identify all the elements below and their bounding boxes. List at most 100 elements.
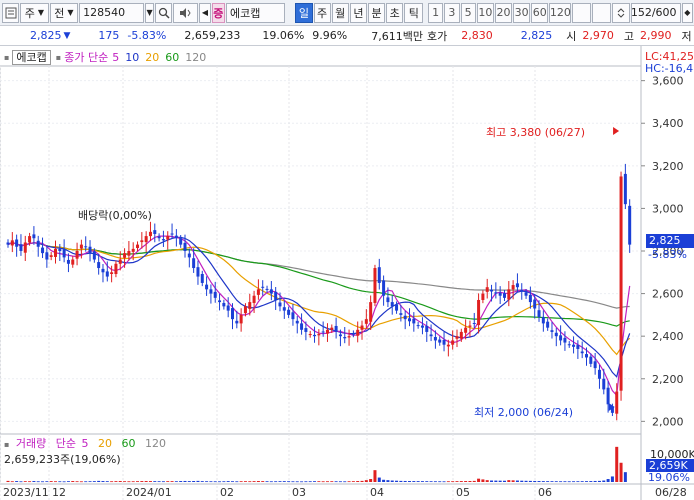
x-tick-label: 12: [52, 486, 66, 499]
candle-body: [200, 273, 204, 283]
ma20-label[interactable]: 20: [145, 51, 159, 64]
volume-bar: [97, 480, 101, 482]
candle-body: [179, 238, 183, 245]
volume-bar: [567, 481, 571, 483]
volume-bar: [196, 480, 200, 482]
speaker-icon[interactable]: [173, 2, 199, 23]
volume-bar: [278, 481, 282, 482]
volume-bar: [200, 481, 204, 482]
vma60-label[interactable]: 60: [122, 437, 136, 450]
candle-body: [628, 205, 632, 245]
candle-body: [123, 253, 127, 258]
volume-bar: [382, 479, 386, 482]
ma5-label[interactable]: 5: [112, 51, 119, 64]
volume-bar: [459, 481, 463, 482]
volume-bar: [110, 481, 114, 483]
candle-body: [88, 246, 92, 254]
candle-body: [71, 259, 75, 265]
candle-body: [615, 391, 619, 414]
code-value: 128540: [83, 6, 126, 19]
volume-bar: [243, 481, 247, 482]
volume-bar: [334, 481, 338, 483]
tab-interval-3[interactable]: 10: [476, 2, 494, 23]
candle-body: [118, 259, 122, 264]
candle-body: [442, 340, 446, 345]
panel-handle-icon[interactable]: ▪: [4, 440, 9, 449]
tab-interval-0[interactable]: 1: [428, 2, 444, 23]
volume-bar: [338, 481, 342, 483]
candle-body: [304, 328, 308, 332]
ask-price: 2,830: [461, 29, 493, 42]
panel-handle-icon[interactable]: ▪: [56, 53, 61, 62]
candle-body: [347, 336, 351, 338]
tab-interval-5[interactable]: 30: [513, 2, 531, 23]
candle-body: [576, 345, 580, 349]
volume-bar: [105, 481, 109, 482]
ma120-label[interactable]: 120: [185, 51, 206, 64]
x-tick-label: 04: [370, 486, 384, 499]
tab-period-6[interactable]: 틱: [404, 2, 424, 23]
candle-body: [317, 334, 321, 336]
candle-body: [399, 313, 403, 315]
volume-bar: [610, 476, 614, 482]
candle-body: [265, 288, 269, 290]
tab-interval-7[interactable]: 120: [549, 2, 572, 23]
panel-handle-icon[interactable]: ▪: [4, 53, 9, 62]
high-note: 최고 3,380 (06/27): [486, 126, 586, 139]
type-select[interactable]: 주 ▼: [20, 2, 49, 23]
last-pct-tag: -5.83%: [648, 248, 687, 261]
candle-body: [243, 306, 247, 314]
candle-body: [502, 293, 506, 298]
volume-ma-label[interactable]: 단순: [56, 437, 76, 450]
candle-body: [572, 344, 576, 347]
tab-period-3[interactable]: 년: [349, 2, 367, 23]
tab-interval-6[interactable]: 60: [531, 2, 549, 23]
x-tick-label: 06: [538, 486, 552, 499]
menu-icon[interactable]: [2, 2, 20, 23]
volume-bar: [425, 481, 429, 482]
volume-bar: [140, 481, 144, 482]
candle-body: [330, 327, 334, 330]
tab-label: 120: [549, 6, 571, 19]
volume-bar: [213, 481, 217, 483]
ma-label[interactable]: 종가 단순: [64, 49, 108, 65]
volume-bar: [230, 481, 234, 483]
volume-bar: [226, 481, 230, 482]
market-select[interactable]: 전 ▼: [49, 2, 79, 23]
candle-body: [546, 321, 550, 328]
vma5-label[interactable]: 5: [82, 437, 89, 450]
candle-body: [209, 289, 213, 294]
count-stepper[interactable]: ◆: [681, 2, 694, 23]
search-icon[interactable]: [155, 2, 173, 23]
extra-box-2[interactable]: [592, 2, 612, 23]
candle-body: [110, 272, 114, 274]
volume-bar: [187, 481, 191, 482]
code-input[interactable]: 128540: [79, 2, 144, 23]
tab-period-1[interactable]: 주: [313, 2, 331, 23]
panel-stock-name[interactable]: 에코캡: [12, 49, 51, 65]
ma60-label[interactable]: 60: [165, 51, 179, 64]
volume-bar: [28, 481, 32, 483]
vma120-label[interactable]: 120: [145, 437, 166, 450]
volume-bar: [248, 481, 252, 483]
stock-name-field[interactable]: 에코캡: [225, 2, 285, 23]
tab-period-2[interactable]: 월: [331, 2, 349, 23]
tab-period-4[interactable]: 분: [367, 2, 386, 23]
tab-interval-2[interactable]: 5: [460, 2, 476, 23]
candle-body: [256, 289, 260, 295]
tab-period-5[interactable]: 초: [386, 2, 404, 23]
count-field[interactable]: 152/600: [630, 2, 681, 23]
volume-label[interactable]: 거래량: [16, 437, 46, 450]
tab-interval-1[interactable]: 3: [444, 2, 460, 23]
candle-body: [58, 248, 62, 251]
tab-interval-4[interactable]: 20: [494, 2, 513, 23]
tab-period-0[interactable]: 일: [295, 2, 313, 23]
code-dropdown-icon[interactable]: ▼: [144, 2, 155, 23]
vma20-label[interactable]: 20: [98, 437, 112, 450]
prev-icon[interactable]: ◀: [199, 2, 211, 23]
extra-box[interactable]: [572, 2, 592, 23]
candle-body: [386, 297, 390, 303]
ma10-label[interactable]: 10: [125, 51, 139, 64]
arrow-up-down-icon[interactable]: [612, 2, 630, 23]
volume-bar: [408, 481, 412, 482]
